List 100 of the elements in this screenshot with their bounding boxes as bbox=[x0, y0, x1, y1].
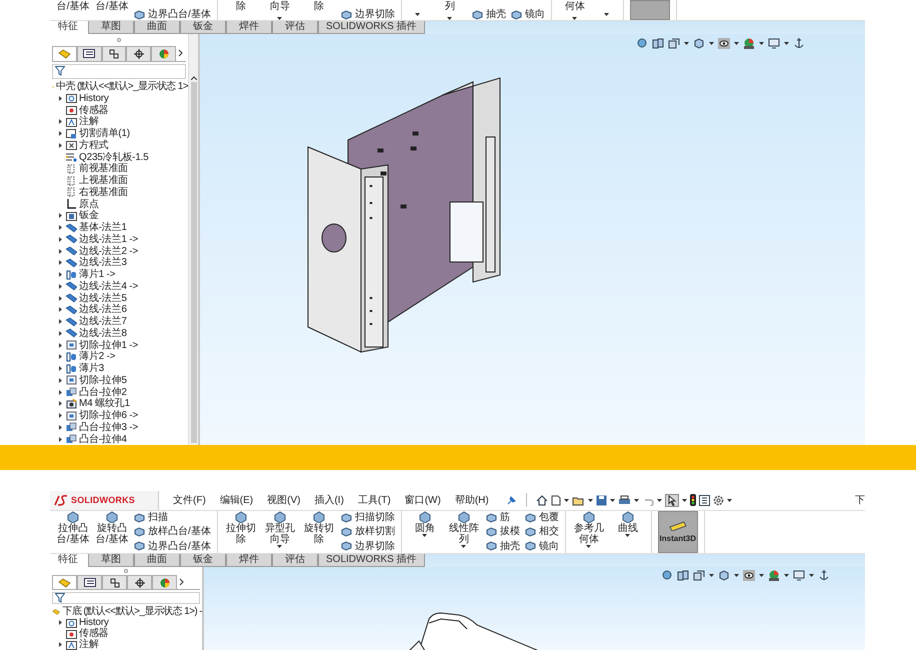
tree-item[interactable]: 注解 bbox=[50, 639, 202, 650]
monitor-icon[interactable] bbox=[793, 570, 805, 581]
view-orientation-icon[interactable] bbox=[693, 38, 705, 48]
zoom-icon[interactable] bbox=[636, 38, 648, 48]
expand-arrow-icon[interactable] bbox=[58, 296, 62, 301]
tree-item[interactable]: 薄片1 -> bbox=[50, 268, 188, 280]
toolbar-button[interactable]: 筋 bbox=[486, 512, 520, 524]
expand-arrow-icon[interactable] bbox=[58, 342, 62, 348]
tree-item[interactable]: 边线-法兰4 -> bbox=[50, 280, 188, 292]
settings-icon[interactable] bbox=[712, 494, 724, 506]
traffic-light-icon[interactable] bbox=[690, 494, 696, 506]
caret-icon[interactable] bbox=[726, 498, 732, 502]
expand-arrow-icon[interactable] bbox=[58, 284, 62, 289]
tree-item[interactable]: 基体-法兰1 bbox=[50, 222, 188, 234]
toolbar-button[interactable]: 列 bbox=[432, 0, 467, 20]
menu-item[interactable]: 工具(T) bbox=[358, 493, 391, 507]
toolbar-button[interactable]: 异型孔向导 bbox=[262, 511, 297, 553]
tree-item[interactable]: 上视基准面 bbox=[50, 174, 188, 186]
expand-arrow-icon[interactable] bbox=[58, 642, 62, 647]
expand-arrow-icon[interactable] bbox=[58, 225, 62, 230]
tree-item[interactable]: Q235冷轧板-1.5 bbox=[50, 151, 188, 163]
command-tab[interactable]: 焊件 bbox=[226, 21, 272, 34]
toolbar-button[interactable]: 旋转切除 bbox=[302, 511, 336, 553]
previous-view-icon[interactable] bbox=[668, 38, 680, 48]
display-style-icon[interactable] bbox=[743, 570, 755, 581]
toolbar-button[interactable]: 抽壳 bbox=[486, 540, 520, 552]
command-tab[interactable]: 特征 bbox=[50, 554, 88, 567]
expand-arrow-icon[interactable] bbox=[58, 260, 62, 266]
expand-arrow-icon[interactable] bbox=[58, 96, 62, 101]
command-tab[interactable]: 钣金 bbox=[180, 554, 226, 567]
tree-item[interactable]: 切除-拉伸1 -> bbox=[50, 339, 188, 351]
command-tab[interactable]: 特征 bbox=[50, 21, 88, 34]
feature-manager-tab[interactable] bbox=[52, 46, 77, 61]
expand-arrow-icon[interactable] bbox=[58, 413, 62, 418]
caret-icon[interactable] bbox=[415, 13, 420, 16]
caret-icon[interactable] bbox=[734, 574, 739, 577]
command-tab[interactable]: SOLIDWORKS 插件 bbox=[318, 554, 425, 567]
expand-arrow-icon[interactable] bbox=[58, 366, 62, 372]
monitor-icon[interactable] bbox=[768, 38, 780, 48]
tree-item[interactable]: 前视基准面 bbox=[50, 162, 188, 175]
toolbar-button[interactable]: 拔模 bbox=[486, 526, 520, 538]
anchor-icon[interactable] bbox=[793, 38, 805, 48]
caret-icon[interactable] bbox=[784, 574, 789, 577]
scrollbar[interactable] bbox=[188, 34, 198, 445]
tree-item[interactable]: 钣金 bbox=[50, 210, 188, 222]
toolbar-button[interactable]: 拉伸凸台/基体 bbox=[56, 511, 90, 553]
anchor-icon[interactable] bbox=[818, 570, 830, 581]
expand-arrow-icon[interactable] bbox=[58, 319, 62, 324]
toolbar-button[interactable]: 边界切除 bbox=[340, 540, 395, 552]
toolbar-button[interactable]: 镜向 bbox=[510, 9, 545, 20]
tree-item[interactable]: 边线-法兰1 -> bbox=[50, 233, 188, 246]
caret-icon[interactable] bbox=[734, 42, 739, 44]
tree-item[interactable]: 边线-法兰6 bbox=[50, 304, 188, 316]
toolbar-button[interactable]: 圆角 bbox=[408, 511, 442, 553]
tree-item[interactable]: 薄片3 bbox=[50, 362, 188, 374]
tree-item[interactable]: 注解 bbox=[50, 116, 188, 128]
save-icon[interactable] bbox=[596, 494, 607, 506]
zoom-icon[interactable] bbox=[661, 570, 673, 581]
tree-item[interactable]: 边线-法兰2 -> bbox=[50, 245, 188, 257]
tree-item[interactable]: 凸台-拉伸4 bbox=[50, 433, 188, 445]
menu-item[interactable]: 文件(F) bbox=[173, 493, 206, 507]
tree-item[interactable]: 切除-拉伸5 bbox=[50, 374, 188, 386]
expand-arrow-icon[interactable] bbox=[58, 119, 62, 124]
property-manager-tab[interactable] bbox=[76, 46, 102, 61]
caret-icon[interactable] bbox=[656, 498, 662, 502]
caret-icon[interactable] bbox=[784, 42, 789, 44]
tree-item[interactable]: 边线-法兰7 bbox=[50, 316, 188, 328]
caret-icon[interactable] bbox=[634, 498, 639, 502]
scroll-up-icon[interactable] bbox=[190, 76, 196, 80]
menu-item[interactable]: 视图(V) bbox=[267, 493, 300, 507]
dimxpert-tab[interactable] bbox=[127, 575, 152, 589]
toolbar-button[interactable]: 除 bbox=[302, 0, 336, 20]
tree-item[interactable]: 边线-法兰8 bbox=[50, 327, 188, 340]
expand-arrow-icon[interactable] bbox=[58, 436, 62, 442]
select-pointer-icon[interactable] bbox=[664, 494, 679, 506]
caret-icon[interactable] bbox=[604, 13, 610, 16]
expand-arrow-icon[interactable] bbox=[58, 330, 62, 336]
file-properties-icon[interactable] bbox=[698, 494, 710, 506]
toolbar-button[interactable]: 拉伸切除 bbox=[224, 511, 258, 553]
toolbar-button[interactable]: 放样切割 bbox=[340, 526, 395, 538]
caret-icon[interactable] bbox=[588, 498, 593, 502]
caret-icon[interactable] bbox=[682, 498, 687, 502]
tree-item[interactable]: 传感器 bbox=[50, 104, 188, 116]
menu-item[interactable]: 帮助(H) bbox=[454, 493, 489, 507]
toolbar-button[interactable]: 相交 bbox=[524, 526, 559, 538]
display-tab[interactable] bbox=[151, 46, 176, 61]
scroll-thumb[interactable] bbox=[190, 82, 196, 443]
toolbar-button[interactable]: 向导 bbox=[262, 0, 297, 20]
expand-arrow-icon[interactable] bbox=[58, 272, 62, 278]
appearance-icon[interactable] bbox=[743, 38, 755, 48]
tree-item[interactable]: M4 螺纹孔1 bbox=[50, 398, 188, 410]
configuration-tab[interactable] bbox=[102, 46, 126, 61]
tree-item[interactable]: 凸台-拉伸3 -> bbox=[50, 421, 188, 434]
toolbar-button[interactable]: 镜向 bbox=[524, 540, 559, 552]
tree-item[interactable]: 薄片2 -> bbox=[50, 350, 188, 363]
tree-item[interactable]: History bbox=[50, 92, 188, 104]
section-view-icon[interactable] bbox=[652, 38, 664, 48]
command-tab[interactable]: SOLIDWORKS 插件 bbox=[318, 21, 425, 34]
previous-view-icon[interactable] bbox=[693, 570, 705, 581]
feature-manager-tab[interactable] bbox=[52, 575, 77, 589]
